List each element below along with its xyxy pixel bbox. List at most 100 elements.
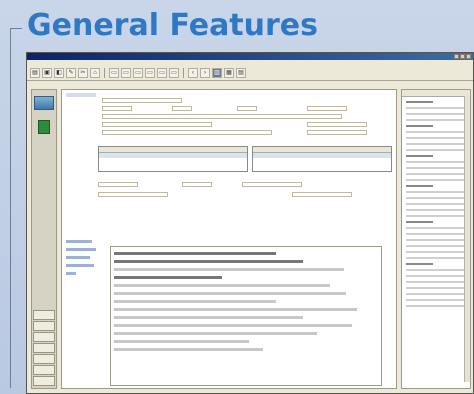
- panel-line: [406, 251, 466, 253]
- panel-line: [406, 161, 466, 163]
- panel-line: [406, 173, 466, 175]
- document-icon[interactable]: [38, 120, 50, 134]
- panel-line: [406, 263, 434, 265]
- panel-line: [406, 269, 466, 271]
- notes-line: [114, 268, 344, 271]
- panel-line: [406, 257, 466, 259]
- time-field[interactable]: [182, 182, 212, 187]
- notes-link[interactable]: [66, 248, 96, 251]
- minimize-button[interactable]: [454, 54, 459, 59]
- record-panel: [61, 89, 397, 389]
- panel-line: [406, 281, 466, 283]
- close-button[interactable]: [466, 54, 471, 59]
- notes-textarea[interactable]: [110, 246, 382, 386]
- notes-link[interactable]: [66, 272, 76, 275]
- tool-icon[interactable]: ✂: [78, 68, 88, 78]
- back-arrow-icon[interactable]: ‹: [188, 68, 198, 78]
- panel-line: [406, 119, 466, 121]
- date-field[interactable]: [98, 182, 138, 187]
- panel-line: [406, 125, 434, 127]
- panel-line: [406, 221, 434, 223]
- notes-line: [114, 332, 317, 335]
- grid-row[interactable]: [253, 158, 391, 163]
- tool-icon[interactable]: ▭: [121, 68, 131, 78]
- layout-icon[interactable]: ▥: [212, 68, 222, 78]
- panel-line: [406, 233, 466, 235]
- sidebar-button[interactable]: [33, 365, 55, 375]
- sidebar-button[interactable]: [33, 376, 55, 386]
- right-grid[interactable]: [252, 146, 392, 172]
- panel-line: [406, 107, 466, 109]
- city-field[interactable]: [102, 122, 212, 127]
- bracket-line-top: [10, 28, 22, 29]
- panel-line: [406, 197, 466, 199]
- panel-line: [406, 113, 466, 115]
- info-field[interactable]: [102, 130, 272, 135]
- maximize-button[interactable]: [460, 54, 465, 59]
- window-titlebar: [27, 53, 473, 60]
- date-field[interactable]: [307, 106, 347, 111]
- panel-line: [406, 299, 466, 301]
- notes-line: [114, 316, 303, 319]
- address-field[interactable]: [102, 114, 342, 119]
- right-panel-header: [402, 90, 470, 97]
- notes-line: [114, 284, 330, 287]
- panel-line: [406, 203, 466, 205]
- tab-strip[interactable]: [66, 93, 96, 97]
- sidebar-button[interactable]: [33, 332, 55, 342]
- print-icon[interactable]: ▣: [42, 68, 52, 78]
- panel-line: [406, 155, 434, 157]
- email-field[interactable]: [307, 130, 367, 135]
- layout-icon[interactable]: ▤: [236, 68, 246, 78]
- toolbar-separator: [104, 68, 105, 78]
- tool-icon[interactable]: ▭: [145, 68, 155, 78]
- grid-row[interactable]: [99, 158, 247, 163]
- sidebar-button[interactable]: [33, 354, 55, 364]
- open-folder-icon[interactable]: ▤: [30, 68, 40, 78]
- sidebar-header: [32, 90, 56, 92]
- patient-icon[interactable]: [34, 96, 54, 110]
- datetime-field[interactable]: [242, 182, 302, 187]
- notes-line: [114, 348, 263, 351]
- save-icon[interactable]: ◧: [54, 68, 64, 78]
- sidebar-button[interactable]: [33, 310, 55, 320]
- age-field[interactable]: [172, 106, 192, 111]
- sidebar-button[interactable]: [33, 343, 55, 353]
- bracket-line: [10, 28, 11, 388]
- tool-icon[interactable]: ✎: [66, 68, 76, 78]
- sex-field[interactable]: [237, 106, 257, 111]
- panel-line: [406, 101, 434, 103]
- doctor-field[interactable]: [292, 192, 352, 197]
- notes-line: [114, 292, 347, 295]
- id-field[interactable]: [102, 106, 132, 111]
- panel-line: [406, 239, 466, 241]
- panel-line: [406, 275, 466, 277]
- panel-line: [406, 287, 466, 289]
- doctor-field[interactable]: [98, 192, 168, 197]
- notes-section: [66, 240, 386, 386]
- vertical-scrollbar[interactable]: [464, 96, 470, 382]
- notes-link[interactable]: [66, 240, 92, 243]
- panel-line: [406, 179, 466, 181]
- page-heading: General Features: [27, 8, 319, 43]
- sidebar-button[interactable]: [33, 321, 55, 331]
- tool-icon[interactable]: ▭: [133, 68, 143, 78]
- notes-line: [114, 340, 249, 343]
- tool-icon[interactable]: ▭: [157, 68, 167, 78]
- notes-line: [114, 324, 352, 327]
- phone-field[interactable]: [307, 122, 367, 127]
- right-panel: [401, 89, 471, 389]
- name-field[interactable]: [102, 98, 182, 103]
- tool-icon[interactable]: ▭: [169, 68, 179, 78]
- notes-line: [114, 308, 357, 311]
- tool-icon[interactable]: ▭: [109, 68, 119, 78]
- panel-line: [406, 131, 466, 133]
- forward-arrow-icon[interactable]: ›: [200, 68, 210, 78]
- notes-line: [114, 260, 303, 263]
- tool-icon[interactable]: ⌂: [90, 68, 100, 78]
- notes-link[interactable]: [66, 256, 90, 259]
- notes-line: [114, 276, 222, 279]
- left-grid[interactable]: [98, 146, 248, 172]
- notes-link[interactable]: [66, 264, 94, 267]
- layout-icon[interactable]: ▦: [224, 68, 234, 78]
